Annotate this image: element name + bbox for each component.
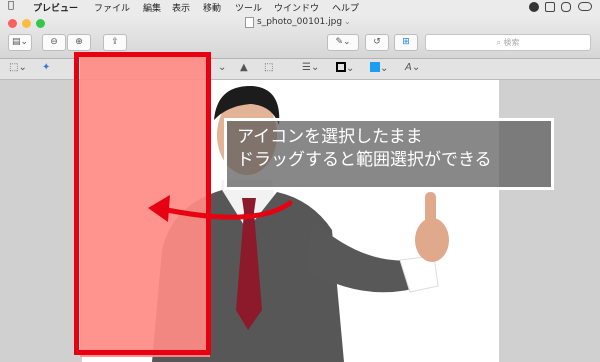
menu-tools[interactable]: ツール	[235, 1, 262, 14]
document-icon	[245, 17, 254, 28]
minimize-button[interactable]	[22, 19, 31, 28]
callout-line-1: アイコンを選択したまま	[237, 127, 423, 147]
menu-edit[interactable]: 編集	[143, 1, 161, 14]
line-style-icon[interactable]: ☰⌄	[302, 62, 319, 73]
markup-pen-button[interactable]: ✎⌄	[327, 34, 359, 51]
sidebar-toggle-button[interactable]: ▤⌄	[8, 34, 32, 51]
adjust-color-icon[interactable]: ⌄	[218, 62, 226, 73]
menu-window[interactable]: ウインドウ	[274, 1, 319, 14]
menu-go[interactable]: 移動	[203, 1, 221, 14]
menu-view[interactable]: 表示	[172, 1, 190, 14]
instant-alpha-icon[interactable]: ✦	[42, 62, 50, 73]
share-button[interactable]: ⇪	[103, 34, 127, 51]
zoom-button[interactable]	[36, 19, 45, 28]
zoom-in-button[interactable]: ⊕	[67, 34, 91, 51]
adjust-size-icon[interactable]: ▲	[240, 62, 248, 73]
apple-menu-icon[interactable]: 	[8, 0, 14, 11]
cloud-tray-icon[interactable]	[561, 2, 571, 12]
search-input[interactable]: ⌕ 検索	[425, 34, 591, 51]
rotate-button[interactable]: ↺	[365, 34, 389, 51]
text-style-icon[interactable]: A⌄	[405, 62, 420, 73]
menu-file[interactable]: ファイル	[94, 1, 130, 14]
close-button[interactable]	[8, 19, 17, 28]
menu-app-name[interactable]: プレビュー	[33, 1, 78, 14]
instruction-callout: アイコンを選択したまま ドラッグすると範囲選択ができる	[224, 118, 554, 190]
menu-bar:  プレビュー ファイル 編集 表示 移動 ツール ウインドウ ヘルプ	[0, 0, 600, 15]
title-chevron-icon[interactable]: ⌄	[344, 17, 351, 26]
toolbox-button[interactable]: ⊞	[394, 34, 418, 51]
callout-line-2: ドラッグすると範囲選択ができる	[237, 150, 492, 170]
fill-color-icon[interactable]: ⌄	[370, 62, 388, 74]
selection-highlight-frame	[74, 52, 211, 355]
sync-tray-icon[interactable]	[578, 2, 592, 11]
search-placeholder: 検索	[503, 38, 520, 47]
border-color-icon[interactable]: ⌄	[336, 62, 354, 74]
crop-icon[interactable]: ⬚	[264, 62, 273, 73]
status-tray-icon[interactable]	[529, 2, 539, 12]
window-title: s_photo_00101.jpg	[257, 17, 343, 27]
document-tray-icon[interactable]	[545, 2, 555, 12]
menu-help[interactable]: ヘルプ	[332, 1, 359, 14]
rectangular-selection-icon[interactable]: ⬚⌄	[9, 62, 27, 73]
zoom-out-button[interactable]: ⊖	[42, 34, 66, 51]
